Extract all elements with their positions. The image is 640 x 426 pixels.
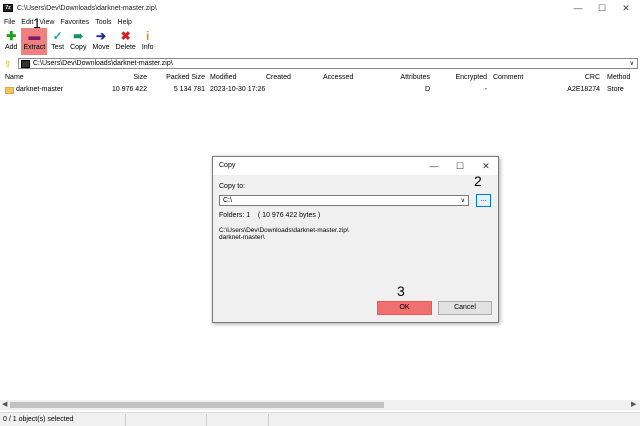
- chevron-down-icon[interactable]: ∨: [630, 59, 634, 69]
- maximize-icon[interactable]: ☐: [453, 160, 467, 172]
- status-divider: [125, 414, 126, 426]
- folder-up-icon[interactable]: ⇧: [4, 59, 14, 69]
- info-icon: i: [145, 29, 150, 43]
- step-3-annotation: 3: [397, 283, 405, 299]
- folder-icon: [5, 87, 14, 94]
- copy-button[interactable]: ➠ Copy: [68, 28, 88, 55]
- info-label: Info: [141, 44, 154, 51]
- chevron-down-icon[interactable]: ∨: [461, 197, 465, 204]
- scroll-right-icon[interactable]: ▶: [631, 400, 636, 410]
- row-attributes: D: [424, 86, 430, 93]
- row-packed-size: 5 134 781: [173, 86, 205, 93]
- plus-icon: ✚: [6, 29, 17, 43]
- col-method[interactable]: Method: [607, 74, 630, 81]
- ok-button[interactable]: OK: [377, 301, 432, 315]
- menu-help[interactable]: Help: [118, 19, 132, 26]
- menu-tools[interactable]: Tools: [95, 19, 111, 26]
- source-path: C:\Users\Dev\Downloads\darknet-master.zi…: [219, 227, 349, 241]
- menu-view[interactable]: View: [39, 19, 54, 26]
- test-button[interactable]: ✓ Test: [49, 28, 66, 55]
- col-modified[interactable]: Modified: [210, 74, 236, 81]
- col-packed-size[interactable]: Packed Size: [150, 74, 205, 81]
- row-modified: 2023-10-30 17:26: [210, 86, 266, 93]
- row-size: 10 976 422: [111, 86, 147, 93]
- folders-info: Folders: 1 ( 10 976 422 bytes ): [219, 212, 321, 219]
- address-input[interactable]: C:\Users\Dev\Downloads\darknet-master.zi…: [18, 58, 638, 69]
- source-path-line: darknet-master\: [219, 234, 265, 241]
- copy-to-value: C:\: [223, 197, 232, 204]
- col-comment[interactable]: Comment: [493, 74, 523, 81]
- menu-bar: File Edit View Favorites Tools Help: [0, 16, 640, 28]
- extract-label: Extract: [23, 44, 46, 51]
- step-2-annotation: 2: [474, 173, 482, 189]
- copy-to-input[interactable]: C:\ ∨: [219, 195, 469, 206]
- extract-button[interactable]: ▬ Extract: [21, 28, 48, 55]
- archive-icon: [21, 59, 30, 68]
- info-button[interactable]: i Info: [140, 28, 156, 55]
- status-text: 0 / 1 object(s) selected: [3, 416, 74, 423]
- row-name: darknet-master: [16, 86, 64, 93]
- minimize-icon[interactable]: —: [568, 2, 588, 14]
- col-encrypted[interactable]: Encrypted: [440, 74, 487, 81]
- close-icon[interactable]: ✕: [616, 2, 636, 14]
- list-header: Name Size Packed Size Modified Created A…: [0, 72, 640, 84]
- menu-favorites[interactable]: Favorites: [60, 19, 89, 26]
- window-title: C:\Users\Dev\Downloads\darknet-master.zi…: [17, 4, 157, 12]
- title-bar: 7z C:\Users\Dev\Downloads\darknet-master…: [0, 0, 640, 16]
- address-bar: ⇧ C:\Users\Dev\Downloads\darknet-master.…: [0, 58, 640, 70]
- list-item[interactable]: darknet-master 10 976 422 5 134 781 2023…: [0, 85, 640, 96]
- cancel-button[interactable]: Cancel: [438, 301, 492, 315]
- add-label: Add: [5, 44, 18, 51]
- minus-icon: ▬: [28, 29, 41, 43]
- x-icon: ✖: [120, 29, 131, 43]
- minimize-icon[interactable]: —: [427, 160, 441, 172]
- col-attributes[interactable]: Attributes: [380, 74, 430, 81]
- checkmark-icon: ✓: [52, 29, 63, 43]
- double-arrow-right-icon: ➠: [73, 29, 84, 43]
- scroll-thumb[interactable]: [10, 402, 384, 408]
- move-label: Move: [92, 44, 110, 51]
- add-button[interactable]: ✚ Add: [3, 28, 19, 55]
- copy-dialog: Copy — ☐ ✕ Copy to: C:\ ∨ ... Folders: 1…: [212, 156, 499, 323]
- horizontal-scrollbar[interactable]: ◀ ▶: [0, 400, 640, 410]
- step-1-annotation: 1: [33, 15, 41, 31]
- arrow-right-icon: ➔: [95, 29, 107, 43]
- browse-button[interactable]: ...: [476, 194, 491, 207]
- test-label: Test: [51, 44, 65, 51]
- row-crc: A2E18274: [567, 86, 600, 93]
- col-created[interactable]: Created: [266, 74, 291, 81]
- toolbar: ✚ Add ▬ Extract ✓ Test ➠ Copy ➔ Move ✖ D…: [0, 28, 640, 56]
- col-accessed[interactable]: Accessed: [323, 74, 353, 81]
- col-size[interactable]: Size: [100, 74, 147, 81]
- col-name[interactable]: Name: [5, 74, 24, 81]
- address-path: C:\Users\Dev\Downloads\darknet-master.zi…: [33, 60, 173, 67]
- scroll-left-icon[interactable]: ◀: [2, 400, 7, 410]
- dialog-title-bar: Copy — ☐ ✕: [213, 157, 498, 175]
- row-encrypted: -: [484, 86, 487, 93]
- status-divider: [206, 414, 207, 426]
- source-path-line: C:\Users\Dev\Downloads\darknet-master.zi…: [219, 227, 349, 234]
- copy-label: Copy: [70, 44, 87, 51]
- status-bar: 0 / 1 object(s) selected: [0, 412, 640, 426]
- move-button[interactable]: ➔ Move: [90, 28, 111, 55]
- col-crc[interactable]: CRC: [560, 74, 600, 81]
- close-icon[interactable]: ✕: [479, 160, 493, 172]
- maximize-icon[interactable]: ☐: [592, 2, 612, 14]
- menu-file[interactable]: File: [4, 19, 15, 26]
- menu-edit[interactable]: Edit: [21, 19, 33, 26]
- dialog-title: Copy: [219, 162, 236, 169]
- app-icon: 7z: [3, 4, 13, 12]
- row-method: Store: [607, 86, 624, 93]
- copy-to-label: Copy to:: [219, 183, 246, 190]
- delete-label: Delete: [115, 44, 136, 51]
- delete-button[interactable]: ✖ Delete: [114, 28, 138, 55]
- status-divider: [268, 414, 269, 426]
